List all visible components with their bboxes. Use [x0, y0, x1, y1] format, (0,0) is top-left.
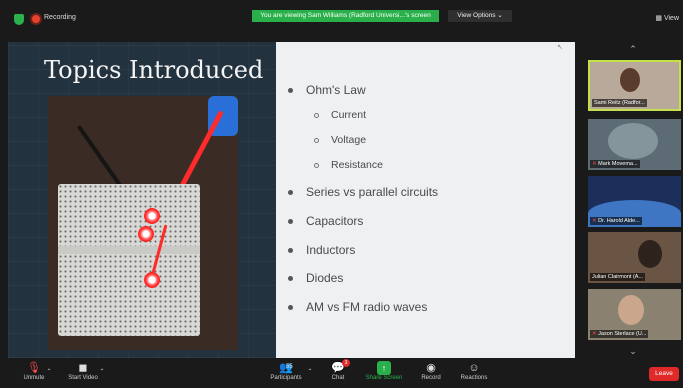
participant-head-shape [620, 68, 640, 92]
breadboard-divider [58, 246, 200, 254]
audio-options-chevron-icon[interactable]: ⌃ [38, 368, 60, 375]
top-bar: Recording You are viewing Sam Williams (… [0, 0, 683, 38]
bullet-item: Series vs parallel circuits [287, 185, 439, 199]
leave-button[interactable]: Leave [649, 367, 679, 381]
slide-right-panel: Ohm's Law Current Voltage Resistance Ser… [276, 42, 575, 358]
bullet-item: Ohm's Law [288, 83, 366, 97]
led-light [144, 272, 160, 288]
gallery-down-arrow-icon[interactable]: ⌄ [626, 346, 640, 358]
background-shape [608, 123, 658, 159]
chat-unread-badge: 3 [342, 359, 350, 367]
sub-bullet-item: Current [313, 109, 367, 121]
led-light [138, 226, 154, 242]
video-options-chevron-icon[interactable]: ⌃ [96, 368, 108, 375]
breadboard [58, 184, 200, 336]
recording-label: Recording [44, 14, 76, 21]
record-button[interactable]: ◉ Record [416, 361, 446, 381]
viewing-screen-banner: You are viewing Sam Williams (Radford Un… [252, 10, 439, 22]
participant-name: ✕ Dr. Harold Alde... [590, 217, 642, 225]
grid-icon: ▦ [655, 15, 664, 22]
participant-head-shape [638, 240, 662, 268]
sub-bullet-item: Voltage [313, 134, 367, 146]
reactions-button[interactable]: ☺ Reactions [456, 361, 492, 381]
chat-button[interactable]: 💬 3 Chat [325, 359, 351, 381]
recording-icon [32, 15, 40, 23]
reactions-icon: ☺ [468, 362, 480, 374]
breadboard-photo [48, 96, 238, 350]
security-shield-icon[interactable] [14, 14, 24, 25]
meeting-toolbar: 🎙 Unmute ⌃ ◼ Start Video ⌃ 👥 55 Particip… [0, 358, 683, 388]
participant-tile[interactable]: ✕ Mark Movema... [588, 119, 681, 170]
participant-name: Julian Clairmont (A... [590, 273, 646, 281]
gallery-up-arrow-icon[interactable]: ⌃ [626, 44, 640, 56]
red-wire [177, 110, 224, 192]
participants-count: 55 [286, 364, 293, 370]
bullet-item: Diodes [287, 271, 344, 285]
mouse-cursor-icon: ↖ [557, 44, 563, 51]
bullet-item: AM vs FM radio waves [287, 300, 428, 314]
record-icon: ◉ [426, 362, 436, 374]
slide-title: Topics Introduced [44, 56, 264, 84]
participant-name: ✕ Mark Movema... [590, 160, 640, 168]
bullet-item: Inductors [287, 243, 356, 257]
participant-tile[interactable]: Julian Clairmont (A... [588, 232, 681, 283]
bullet-item: Capacitors [287, 214, 364, 228]
share-screen-button[interactable]: ↑ Share Screen [362, 361, 406, 381]
participant-tile[interactable]: Sami Reitz (Radfor... [588, 60, 681, 111]
participant-tile[interactable]: ✕ Jason Sterlace (U... [588, 289, 681, 340]
share-screen-icon: ↑ [377, 361, 391, 375]
sub-bullet-item: Resistance [314, 159, 383, 171]
slide-left-panel: Topics Introduced [8, 42, 276, 358]
participant-name: ✕ Jason Sterlace (U... [590, 330, 649, 338]
view-button[interactable]: ▦ View [655, 14, 679, 22]
participant-gallery: ⌃ Sami Reitz (Radfor... ✕ Mark Movema...… [586, 40, 683, 360]
led-light [144, 208, 160, 224]
participants-button[interactable]: 👥 55 Participants [262, 361, 310, 381]
participant-head-shape [618, 295, 644, 325]
participants-chevron-icon[interactable]: ⌃ [304, 368, 316, 375]
participant-tile[interactable]: ✕ Dr. Harold Alde... [588, 176, 681, 227]
shared-screen: Topics Introduced Ohm's Law Current Volt… [8, 42, 575, 358]
view-options-button[interactable]: View Options ⌄ [448, 10, 512, 22]
participant-name: Sami Reitz (Radfor... [592, 99, 647, 107]
